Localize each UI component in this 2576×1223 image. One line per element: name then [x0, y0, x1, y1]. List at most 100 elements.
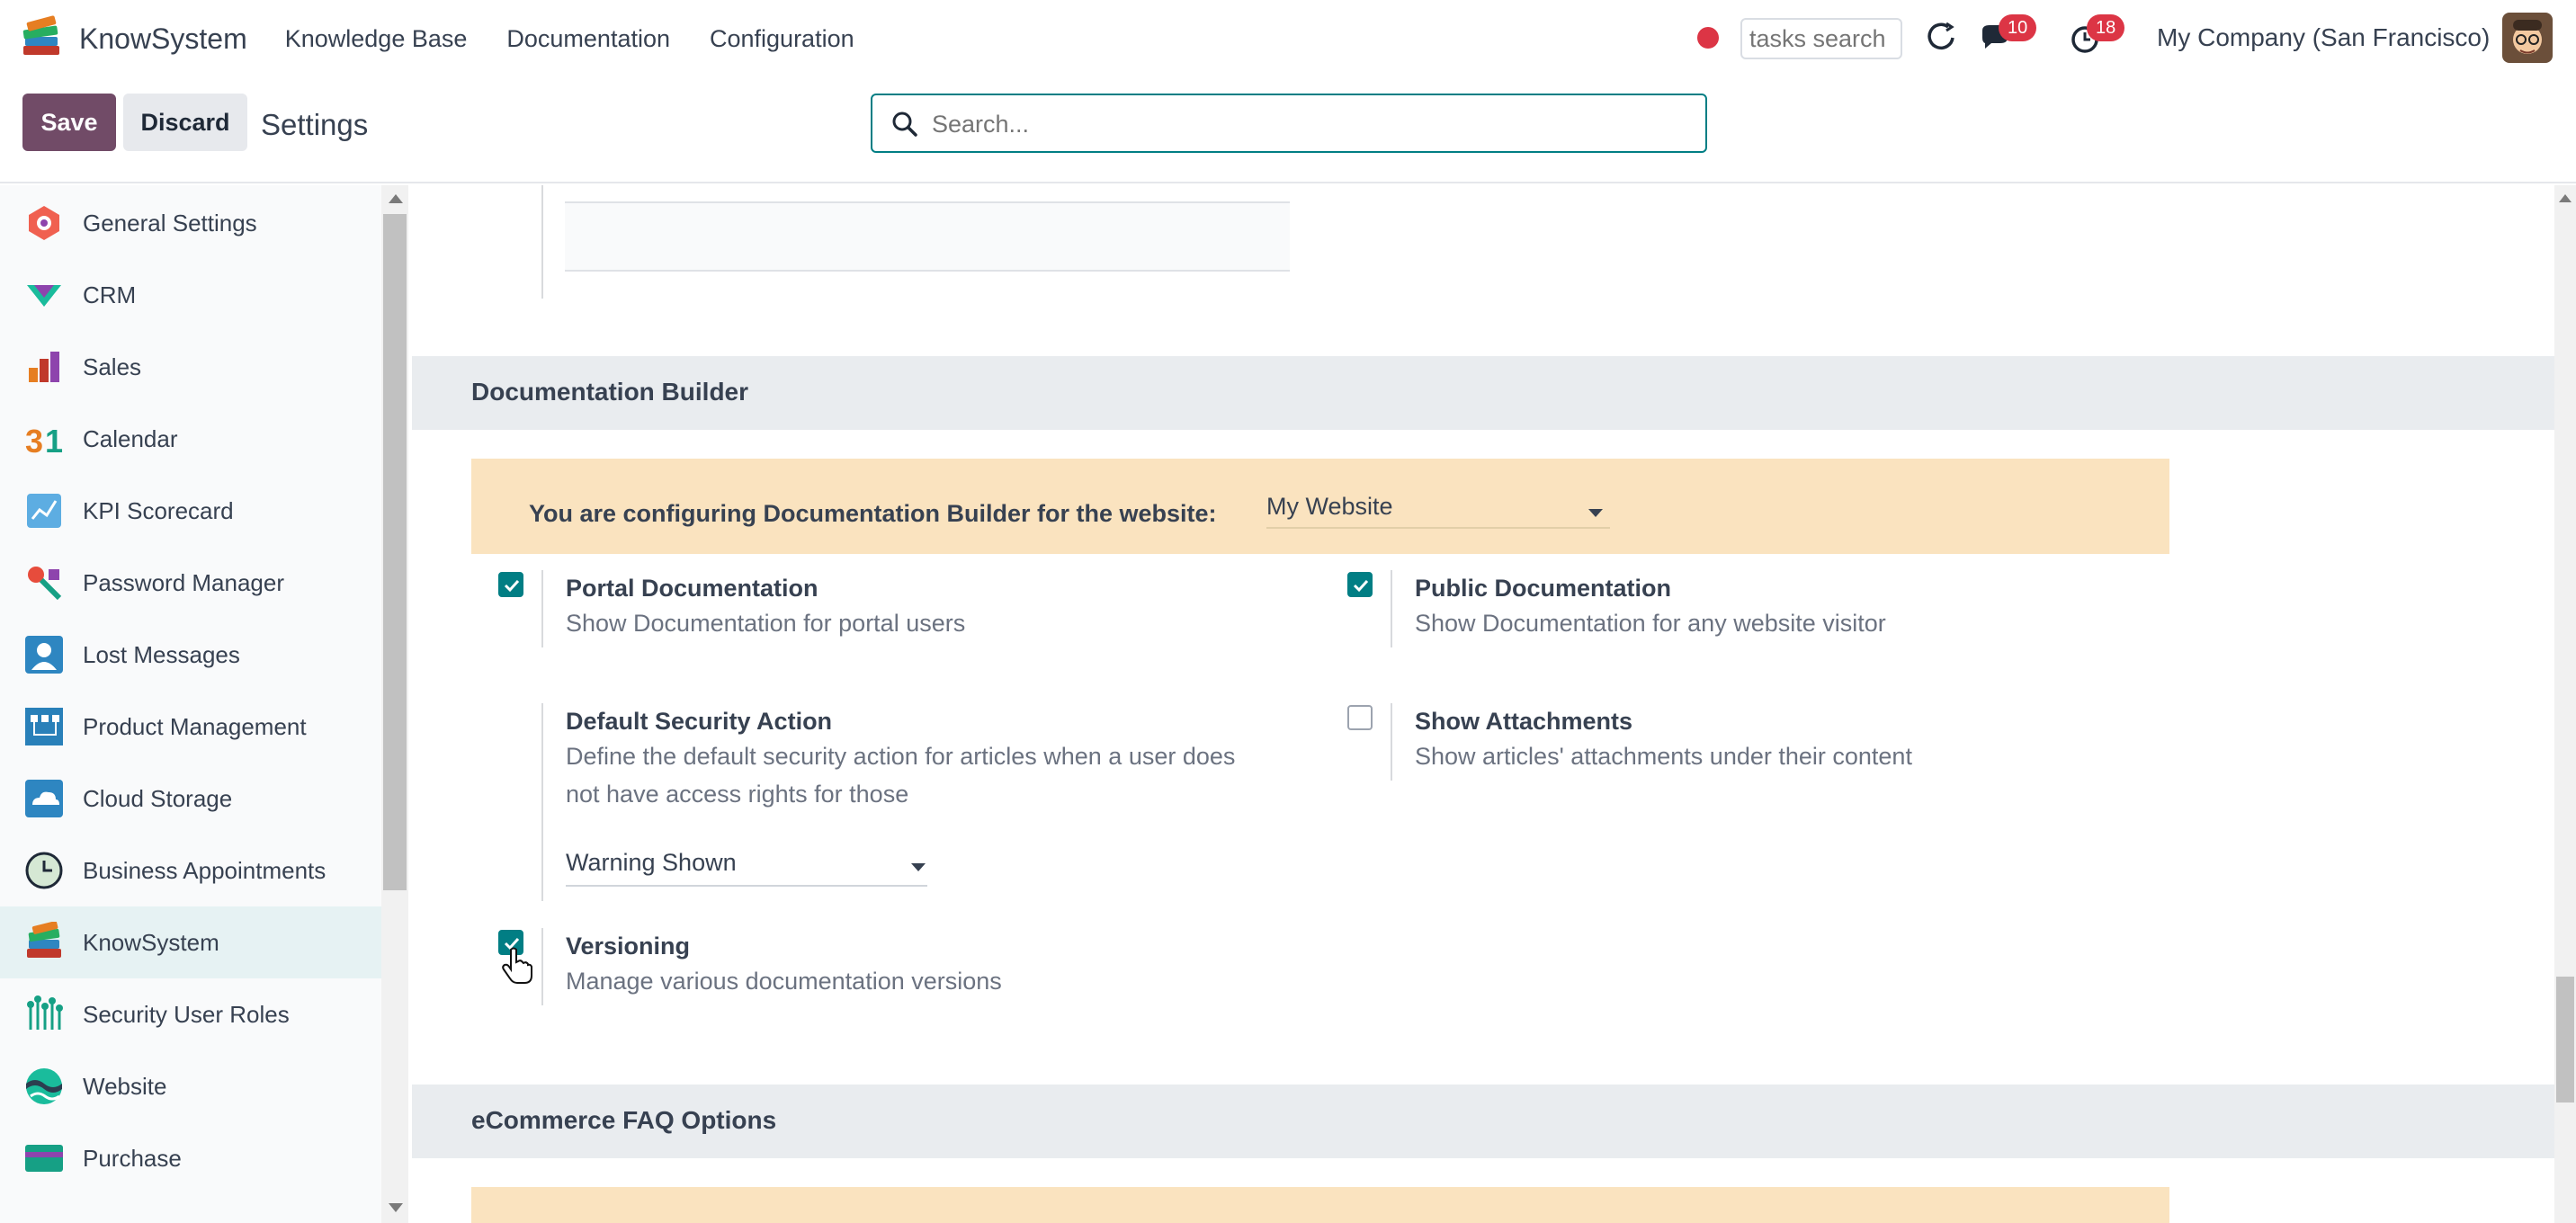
sidebar-item-lost-messages[interactable]: Lost Messages [0, 619, 381, 691]
security-user-roles-icon [27, 995, 63, 1030]
settings-sidebar: General Settings CRM Sales 3 1 Calendar … [0, 185, 381, 1223]
hand-cursor-icon [502, 947, 532, 984]
search-input[interactable] [932, 106, 1651, 142]
website-prompt: You are configuring Documentation Builde… [529, 500, 1217, 527]
section-ecommerce-faq: eCommerce FAQ Options [412, 1085, 2554, 1158]
sidebar-item-label: CRM [83, 281, 137, 308]
previous-section-field[interactable] [565, 201, 1290, 272]
sidebar-item-purchase[interactable]: Purchase [0, 1122, 381, 1194]
scroll-up-arrow-icon[interactable] [2559, 194, 2572, 202]
company-switcher[interactable]: My Company (San Francisco) [2157, 23, 2490, 52]
sidebar-item-label: Sales [83, 353, 142, 380]
sidebar-item-label: Calendar [83, 424, 178, 452]
default-security-action-value: Warning Shown [566, 849, 737, 876]
search-icon [892, 112, 917, 137]
discard-button[interactable]: Discard [123, 94, 247, 151]
scroll-down-arrow-icon[interactable] [389, 1203, 403, 1212]
sidebar-item-general-settings[interactable]: General Settings [0, 187, 381, 259]
section-title: Documentation Builder [471, 378, 749, 406]
svg-text:1: 1 [45, 423, 63, 460]
sidebar-item-label: KPI Scorecard [83, 496, 234, 524]
sidebar-item-cloud-storage[interactable]: Cloud Storage [0, 763, 381, 835]
business-appointments-icon [25, 852, 63, 889]
user-avatar[interactable] [2502, 13, 2553, 63]
default-security-action-title: Default Security Action [566, 708, 833, 735]
default-security-action-desc: Define the default security action for a… [566, 743, 1236, 770]
sidebar-item-label: Product Management [83, 712, 307, 740]
divider [541, 703, 543, 901]
sidebar-item-knowsystem[interactable]: KnowSystem [0, 906, 381, 978]
avatar-icon [2502, 13, 2553, 63]
portal-documentation-checkbox[interactable] [498, 572, 523, 597]
calendar-icon: 3 1 [25, 423, 63, 460]
website-select[interactable]: My Website [1266, 493, 1610, 529]
portal-documentation-desc: Show Documentation for portal users [566, 610, 966, 637]
sidebar-scrollbar-thumb[interactable] [383, 214, 407, 890]
sidebar-item-label: Business Appointments [83, 856, 326, 884]
scroll-up-arrow-icon[interactable] [389, 194, 403, 203]
chevron-down-icon [911, 863, 926, 871]
versioning-desc: Manage various documentation versions [566, 968, 1002, 995]
tasks-search-input[interactable] [1740, 18, 1902, 59]
check-icon [1353, 579, 1369, 593]
menu-configuration[interactable]: Configuration [710, 25, 854, 53]
show-attachments-desc: Show articles' attachments under their c… [1415, 743, 1912, 770]
sidebar-item-label: Lost Messages [83, 640, 240, 668]
general-settings-icon [29, 206, 59, 240]
control-panel: Save Discard Settings [0, 77, 2576, 183]
show-attachments-checkbox[interactable] [1347, 705, 1373, 730]
sidebar-item-label: General Settings [83, 209, 257, 237]
sidebar-item-product-management[interactable]: Product Management [0, 691, 381, 763]
product-management-icon [25, 708, 63, 745]
website-select-value: My Website [1266, 493, 1393, 520]
sidebar-item-sales[interactable]: Sales [0, 331, 381, 403]
knowsystem-logo-icon [22, 15, 59, 55]
activities-badge: 18 [2087, 14, 2125, 41]
settings-search[interactable] [871, 94, 1707, 153]
check-icon [504, 579, 520, 593]
menu-documentation[interactable]: Documentation [506, 25, 670, 53]
top-navbar: KnowSystem Knowledge Base Documentation … [0, 0, 2576, 77]
sidebar-item-label: Password Manager [83, 568, 284, 596]
portal-documentation-title: Portal Documentation [566, 575, 818, 602]
chevron-down-icon [1588, 509, 1603, 517]
default-security-action-select[interactable]: Warning Shown [566, 847, 927, 887]
purchase-icon [25, 1145, 63, 1172]
sidebar-item-label: Security User Roles [83, 1000, 290, 1028]
main-menu: Knowledge Base Documentation Configurati… [285, 25, 894, 53]
sidebar-item-website[interactable]: Website [0, 1050, 381, 1122]
website-config-banner: You are configuring Documentation Builde… [471, 459, 2169, 554]
sidebar-item-kpi-scorecard[interactable]: KPI Scorecard [0, 475, 381, 547]
public-documentation-desc: Show Documentation for any website visit… [1415, 610, 1886, 637]
sidebar-item-label: Website [83, 1072, 167, 1100]
divider [541, 570, 543, 647]
divider [541, 185, 543, 299]
section-documentation-builder: Documentation Builder [412, 356, 2554, 430]
refresh-icon[interactable] [1923, 20, 1959, 56]
crm-icon [27, 285, 61, 307]
page-title: Settings [261, 108, 369, 141]
content-scrollbar-thumb[interactable] [2556, 977, 2574, 1102]
recording-indicator-icon[interactable] [1697, 27, 1719, 49]
kpi-scorecard-icon [27, 494, 61, 528]
website-icon [26, 1068, 62, 1104]
sidebar-item-calendar[interactable]: 3 1 Calendar [0, 403, 381, 475]
brand[interactable]: KnowSystem [18, 15, 247, 62]
public-documentation-title: Public Documentation [1415, 575, 1672, 602]
sidebar-item-security-user-roles[interactable]: Security User Roles [0, 978, 381, 1050]
public-documentation-checkbox[interactable] [1347, 572, 1373, 597]
lost-messages-icon [25, 636, 63, 674]
sales-icon [29, 352, 59, 382]
divider [1391, 570, 1392, 647]
svg-text:3: 3 [25, 423, 43, 460]
sidebar-item-label: KnowSystem [83, 928, 219, 956]
sidebar-item-label: Cloud Storage [83, 784, 233, 812]
sidebar-item-business-appointments[interactable]: Business Appointments [0, 835, 381, 906]
sidebar-item-password-manager[interactable]: Password Manager [0, 547, 381, 619]
divider [541, 928, 543, 1005]
sidebar-item-crm[interactable]: CRM [0, 259, 381, 331]
save-button[interactable]: Save [22, 94, 116, 151]
app-name: KnowSystem [79, 22, 247, 55]
messages-badge: 10 [1999, 14, 2037, 41]
menu-knowledge-base[interactable]: Knowledge Base [285, 25, 468, 53]
